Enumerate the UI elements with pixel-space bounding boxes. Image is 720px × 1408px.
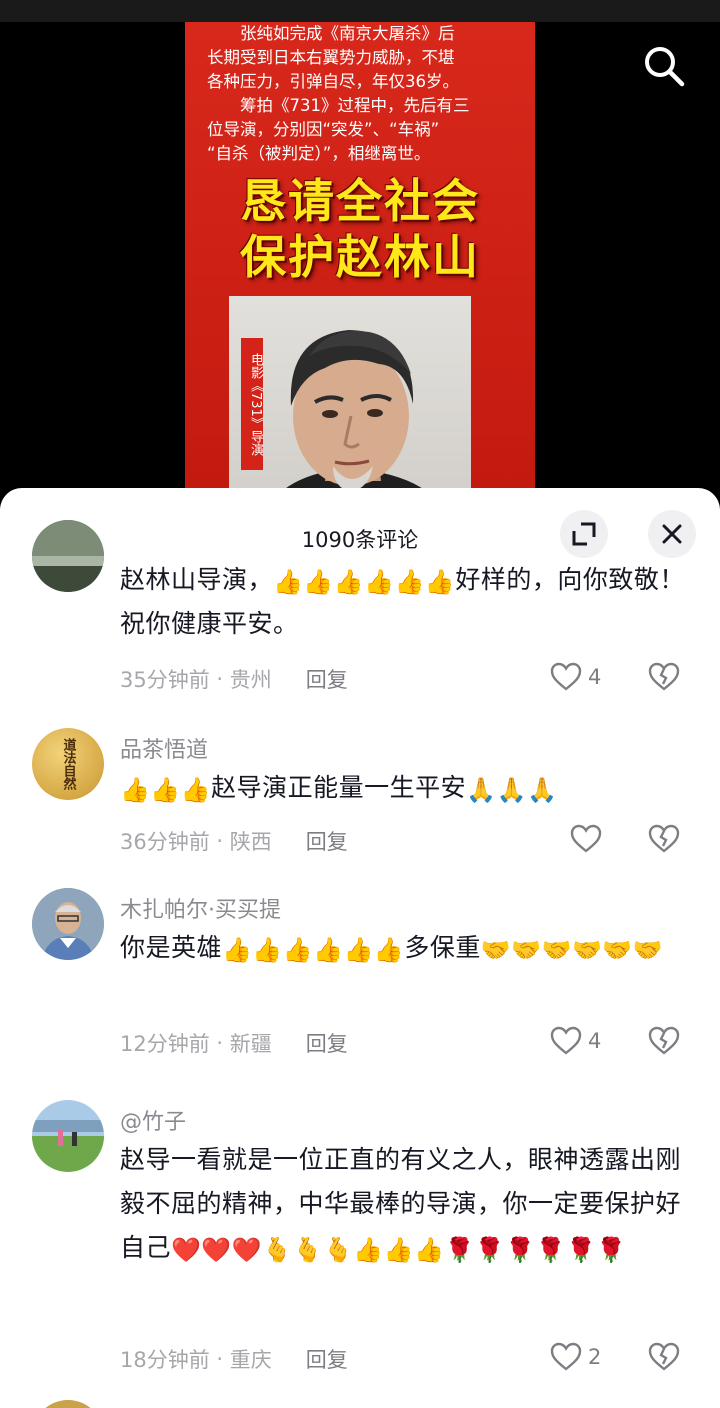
comment-text-part: 多保重	[404, 933, 481, 962]
poster-caption: 张纯如完成《南京大屠杀》后 长期受到日本右翼势力威胁，不堪 各种压力，引弹自尽，…	[185, 22, 535, 166]
broken-heart-icon	[648, 824, 680, 853]
thumbs-up-emoji: 👍👍👍	[353, 1236, 445, 1264]
comment-location: 重庆	[229, 1348, 272, 1372]
comment-text-part: 你是英雄	[120, 933, 223, 962]
search-button[interactable]	[640, 42, 688, 90]
meta-separator: ·	[209, 1031, 230, 1055]
comment-list[interactable]: 赵林山导演，👍👍👍👍👍👍好样的，向你致敬！祝你健康平安。 35分钟前 · 贵州 …	[0, 488, 720, 1408]
comment-time: 18分钟前	[120, 1348, 210, 1372]
like-count: 2	[588, 1345, 602, 1369]
thumbs-up-emoji: 👍👍👍👍👍👍	[273, 568, 456, 596]
comment-meta: 12分钟前 · 新疆 回复	[120, 1028, 348, 1058]
broken-heart-icon	[648, 1026, 680, 1055]
heart-icon	[550, 662, 582, 691]
dislike-button[interactable]	[648, 1026, 680, 1060]
avatar[interactable]: 道法自然	[32, 728, 104, 800]
like-button[interactable]	[570, 824, 608, 854]
director-photo: 电影《731》导演	[229, 296, 471, 500]
meta-separator: ·	[209, 667, 230, 691]
video-poster: 张纯如完成《南京大屠杀》后 长期受到日本右翼势力威胁，不堪 各种压力，引弹自尽，…	[185, 22, 535, 500]
comment-text: 赵导一看就是一位正直的有义之人，眼神透露出刚毅不屈的精神，中华最棒的导演，你一定…	[120, 1138, 692, 1270]
heart-icon	[570, 824, 602, 853]
poster-line: 位导演，分别因“突发”、“车祸”	[207, 120, 440, 139]
comment-text-part: 赵林山导演，	[120, 565, 274, 594]
reply-button[interactable]: 回复	[306, 1028, 348, 1058]
like-button[interactable]: 4	[550, 662, 601, 692]
thumbs-up-emoji: 👍👍👍	[120, 776, 212, 804]
comment-username[interactable]: 木扎帕尔·买买提	[120, 892, 281, 924]
avatar[interactable]	[32, 888, 104, 960]
comments-sheet: 1090条评论 赵林山导演，👍👍👍👍👍👍好样的，向你致敬！祝你健康平安。 35分…	[0, 488, 720, 1408]
comment-location: 贵州	[229, 668, 272, 692]
slogan-line: 保护赵林山	[240, 230, 480, 284]
poster-line: “自杀（被判定）”，相继离世。	[207, 144, 431, 163]
poster-line: 长期受到日本右翼势力威胁，不堪	[207, 48, 455, 67]
like-button[interactable]: 4	[550, 1026, 601, 1056]
heart-emoji: ❤️❤️❤️	[171, 1236, 263, 1264]
video-player[interactable]: 张纯如完成《南京大屠杀》后 长期受到日本右翼势力威胁，不堪 各种压力，引弹自尽，…	[0, 22, 720, 500]
heart-icon	[550, 1026, 582, 1055]
like-button[interactable]: 2	[550, 1342, 601, 1372]
poster-line: 筹拍《731》过程中，先后有三	[240, 96, 470, 115]
rose-emoji: 🌹🌹🌹🌹🌹🌹	[444, 1236, 627, 1264]
avatar[interactable]	[32, 1100, 104, 1172]
finger-heart-emoji: 🫰🫰🫰	[262, 1236, 354, 1264]
comment-text: 👍👍👍赵导演正能量一生平安🙏🙏🙏	[120, 766, 692, 810]
comment-time: 12分钟前	[120, 1032, 210, 1056]
comment-text: 赵林山导演，👍👍👍👍👍👍好样的，向你致敬！祝你健康平安。	[120, 558, 692, 646]
dislike-button[interactable]	[648, 824, 680, 858]
heart-icon	[550, 1342, 582, 1371]
broken-heart-icon	[648, 662, 680, 691]
handshake-emoji: 🤝🤝🤝🤝🤝🤝	[480, 936, 664, 964]
comment-time: 35分钟前	[120, 668, 210, 692]
pray-emoji: 🙏🙏🙏	[466, 776, 558, 804]
portrait-illustration	[273, 330, 437, 500]
poster-line: 各种压力，引弹自尽，年仅36岁。	[207, 72, 459, 91]
comment-meta: 18分钟前 · 重庆 回复	[120, 1344, 348, 1374]
comment-time: 36分钟前	[120, 830, 210, 854]
dislike-button[interactable]	[648, 662, 680, 696]
search-icon	[645, 47, 685, 87]
comment-location: 陕西	[229, 830, 272, 854]
thumbs-up-emoji: 👍👍👍👍👍👍	[222, 936, 405, 964]
reply-button[interactable]: 回复	[306, 1344, 348, 1374]
avatar-calligraphy: 道法自然	[60, 738, 76, 790]
like-count: 4	[588, 665, 602, 689]
meta-separator: ·	[209, 829, 230, 853]
avatar[interactable]	[32, 520, 104, 592]
comment-text: 你是英雄👍👍👍👍👍👍多保重🤝🤝🤝🤝🤝🤝	[120, 926, 692, 970]
broken-heart-icon	[648, 1342, 680, 1371]
avatar[interactable]	[32, 1400, 104, 1408]
comment-meta: 36分钟前 · 陕西 回复	[120, 826, 348, 856]
dislike-button[interactable]	[648, 1342, 680, 1376]
meta-separator: ·	[209, 1347, 230, 1371]
comment-location: 新疆	[229, 1032, 272, 1056]
comment-text-part: 赵导演正能量一生平安	[211, 773, 467, 802]
reply-button[interactable]: 回复	[306, 826, 348, 856]
poster-line: 张纯如完成《南京大屠杀》后	[240, 24, 455, 43]
status-bar	[0, 0, 720, 22]
comment-username[interactable]: 品茶悟道	[120, 732, 208, 764]
slogan-line: 恳请全社会	[240, 174, 480, 228]
reply-button[interactable]: 回复	[306, 664, 348, 694]
comment-username[interactable]: @竹子	[120, 1104, 186, 1136]
like-count: 4	[588, 1029, 602, 1053]
comment-meta: 35分钟前 · 贵州 回复	[120, 664, 348, 694]
